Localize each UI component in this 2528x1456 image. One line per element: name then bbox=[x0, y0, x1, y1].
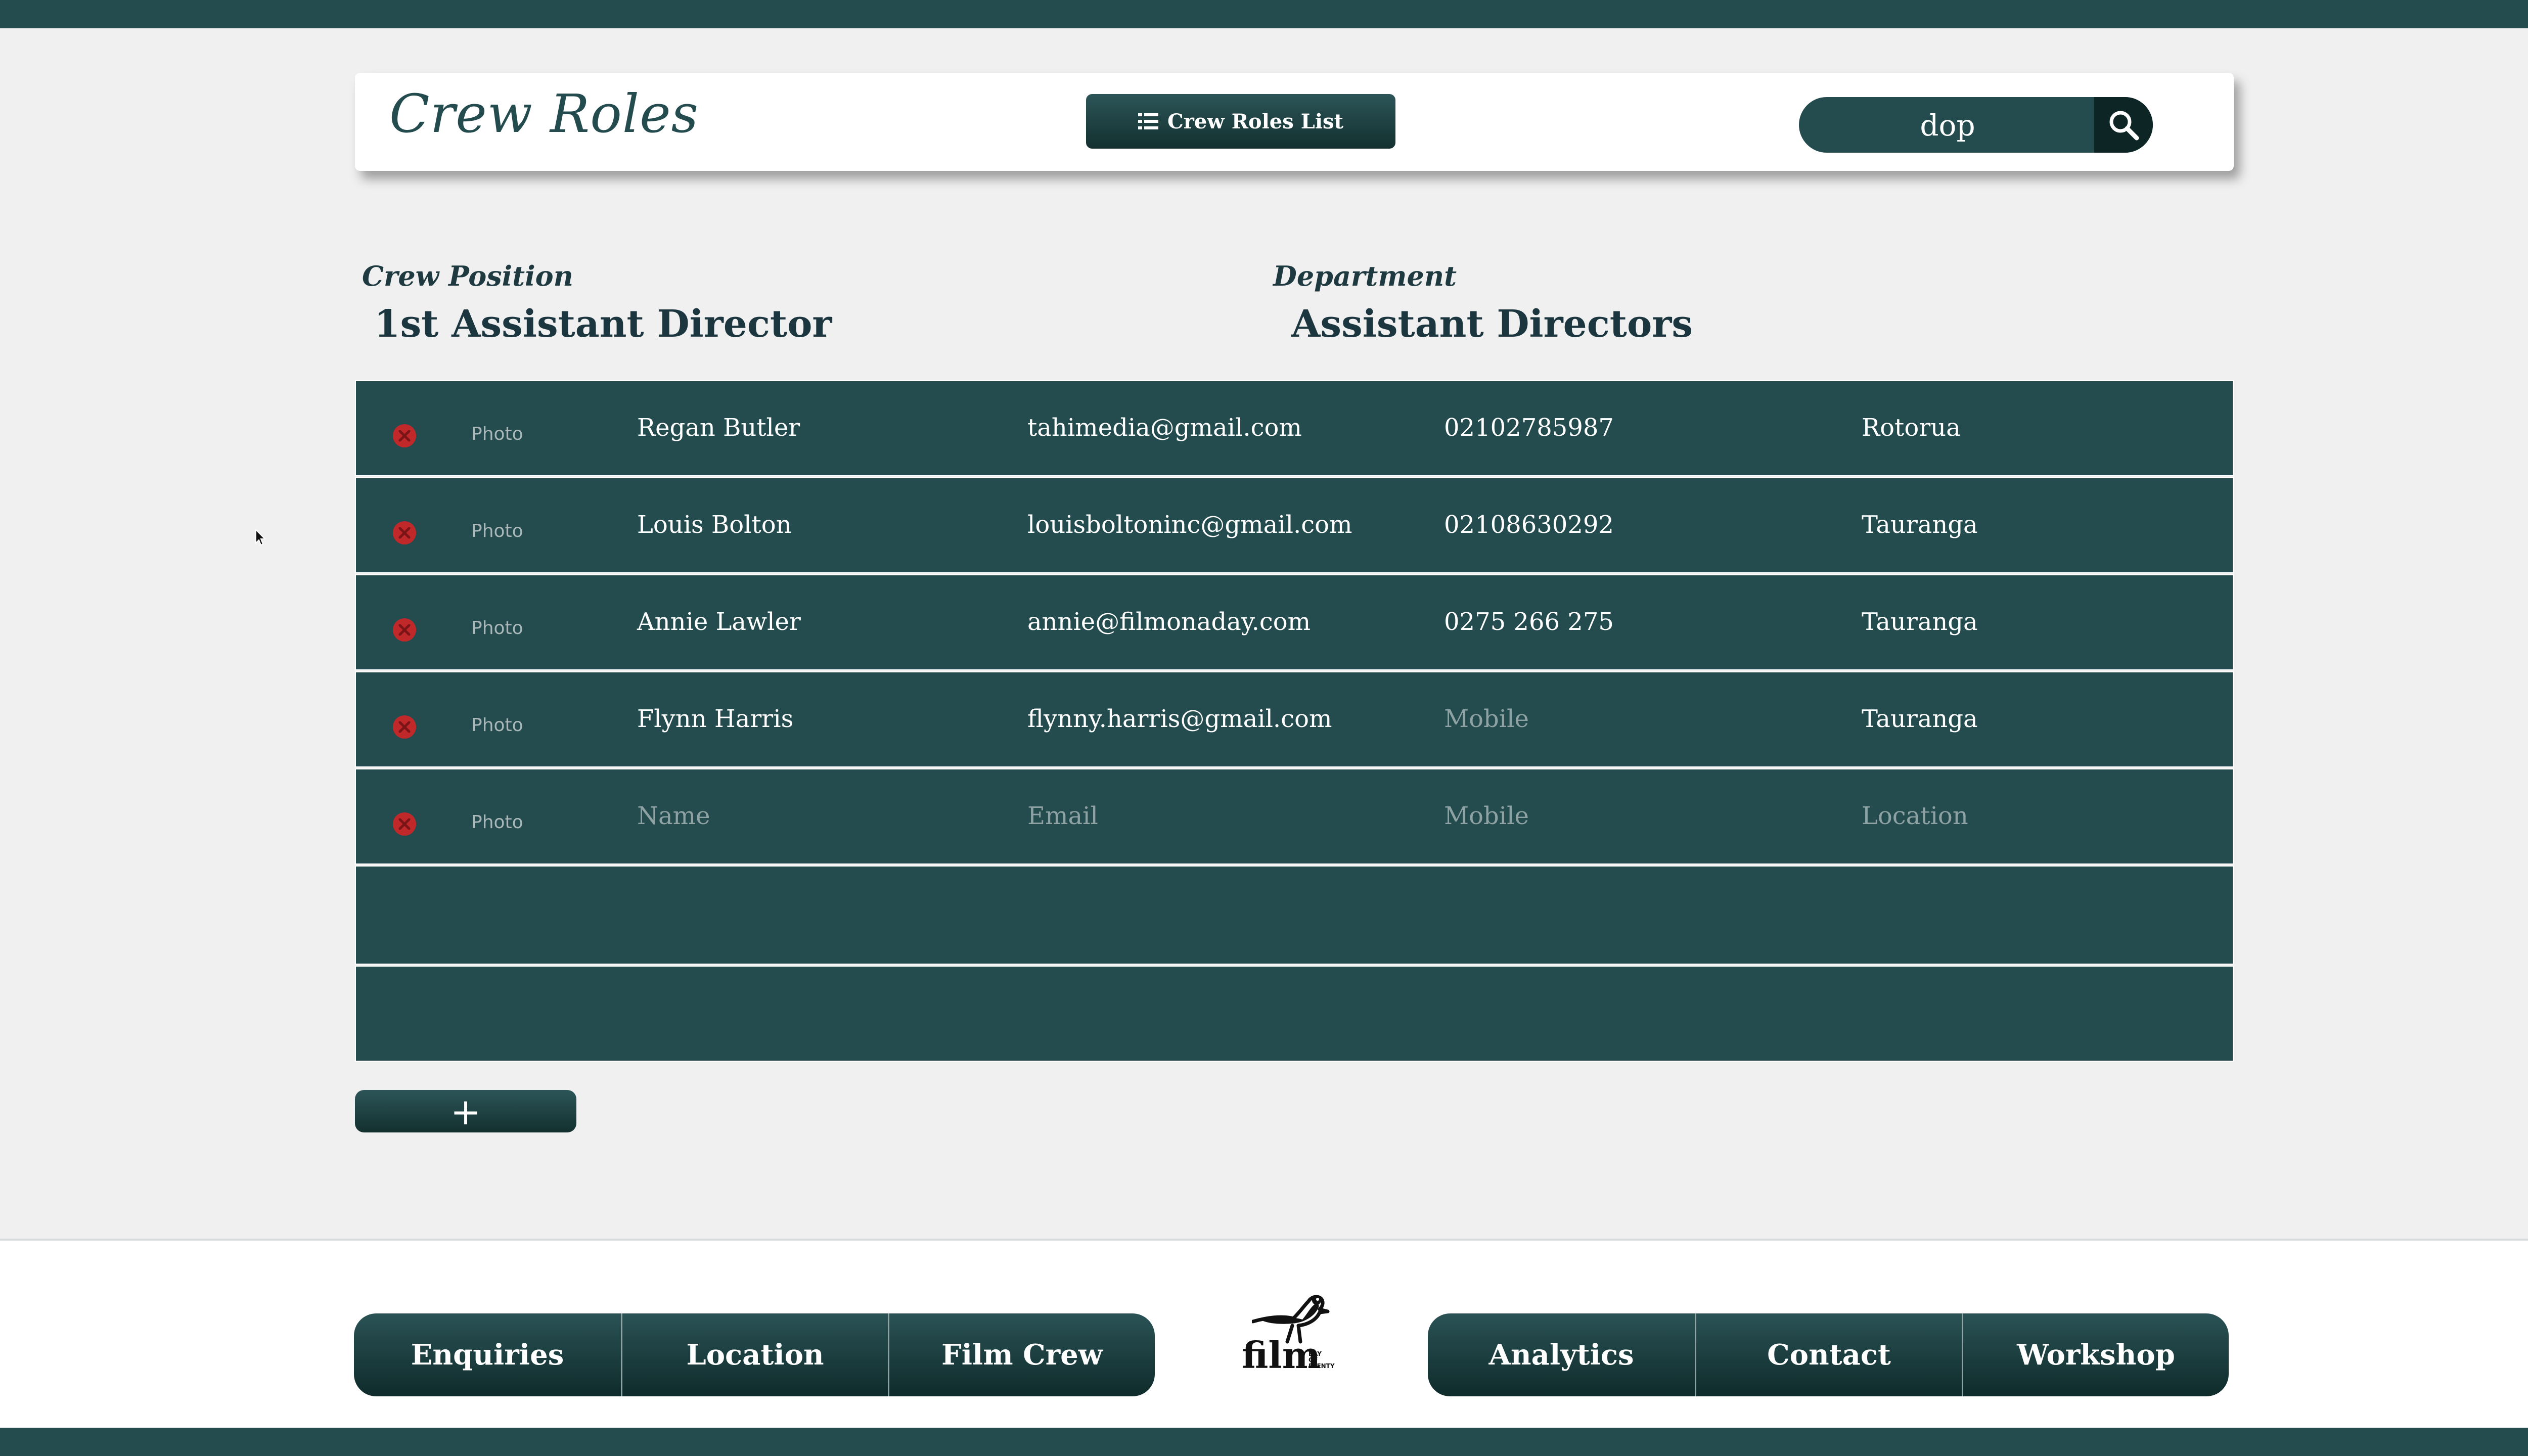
location-field[interactable]: Location bbox=[1862, 802, 1968, 830]
nav-enquiries[interactable]: Enquiries bbox=[354, 1313, 621, 1396]
department-value: Assistant Directors bbox=[1291, 302, 1693, 346]
film-logo[interactable]: film BAY OF PLENTY bbox=[1242, 1291, 1353, 1377]
page-title: Crew Roles bbox=[389, 83, 699, 145]
nav-workshop[interactable]: Workshop bbox=[1962, 1313, 2229, 1396]
mobile-field[interactable]: 0275 266 275 bbox=[1444, 608, 1614, 636]
delete-icon[interactable] bbox=[391, 811, 418, 837]
search-button[interactable] bbox=[2094, 97, 2153, 153]
add-row-button[interactable]: + bbox=[355, 1090, 576, 1133]
crew-table: Photo Regan Butler tahimedia@gmail.com 0… bbox=[355, 380, 2234, 1063]
photo-placeholder[interactable]: Photo bbox=[471, 424, 523, 444]
table-row: Photo Name Email Mobile Location bbox=[355, 768, 2234, 864]
nav-location[interactable]: Location bbox=[621, 1313, 888, 1396]
mouse-cursor-icon bbox=[255, 529, 266, 546]
name-field[interactable]: Flynn Harris bbox=[637, 705, 793, 733]
list-icon bbox=[1138, 112, 1158, 130]
crew-position-label: Crew Position bbox=[362, 260, 573, 292]
name-field[interactable]: Name bbox=[637, 802, 710, 830]
crew-roles-list-button[interactable]: Crew Roles List bbox=[1086, 94, 1395, 149]
crew-position-value: 1st Assistant Director bbox=[374, 302, 832, 346]
header-card: Crew Roles Crew Roles List bbox=[355, 73, 2234, 171]
delete-icon[interactable] bbox=[391, 423, 418, 449]
table-row: Photo Annie Lawler annie@filmonaday.com … bbox=[355, 574, 2234, 670]
photo-placeholder[interactable]: Photo bbox=[471, 715, 523, 736]
search-box bbox=[1799, 97, 2153, 153]
logo-region-text: BAY OF PLENTY bbox=[1308, 1350, 1335, 1370]
department-label: Department bbox=[1273, 260, 1457, 292]
mobile-field[interactable]: 02102785987 bbox=[1444, 414, 1614, 442]
location-field[interactable]: Rotorua bbox=[1862, 414, 1961, 442]
location-field[interactable]: Tauranga bbox=[1862, 705, 1978, 733]
nav-analytics[interactable]: Analytics bbox=[1428, 1313, 1695, 1396]
delete-icon[interactable] bbox=[391, 520, 418, 546]
photo-placeholder[interactable]: Photo bbox=[471, 521, 523, 541]
name-field[interactable]: Louis Bolton bbox=[637, 511, 792, 539]
email-field[interactable]: Email bbox=[1027, 802, 1098, 830]
mobile-field[interactable]: 02108630292 bbox=[1444, 511, 1614, 539]
email-field[interactable]: annie@filmonaday.com bbox=[1027, 608, 1311, 636]
email-field[interactable]: louisboltoninc@gmail.com bbox=[1027, 511, 1352, 539]
nav-contact[interactable]: Contact bbox=[1695, 1313, 1962, 1396]
mobile-field[interactable]: Mobile bbox=[1444, 802, 1529, 830]
search-icon bbox=[2109, 111, 2139, 141]
email-field[interactable]: tahimedia@gmail.com bbox=[1027, 414, 1302, 442]
table-row: Photo Flynn Harris flynny.harris@gmail.c… bbox=[355, 671, 2234, 767]
footer-nav-right: Analytics Contact Workshop bbox=[1428, 1313, 2229, 1396]
footer: Enquiries Location Film Crew film BAY OF… bbox=[0, 1239, 2528, 1430]
search-input[interactable] bbox=[1799, 97, 2096, 153]
top-bar bbox=[0, 0, 2528, 28]
location-field[interactable]: Tauranga bbox=[1862, 511, 1978, 539]
mobile-field[interactable]: Mobile bbox=[1444, 705, 1529, 733]
delete-icon[interactable] bbox=[391, 617, 418, 643]
footer-nav-left: Enquiries Location Film Crew bbox=[354, 1313, 1155, 1396]
name-field[interactable]: Annie Lawler bbox=[637, 608, 801, 636]
name-field[interactable]: Regan Butler bbox=[637, 414, 800, 442]
empty-row bbox=[355, 966, 2234, 1062]
crew-roles-list-label: Crew Roles List bbox=[1167, 109, 1344, 133]
bottom-bar bbox=[0, 1428, 2528, 1456]
location-field[interactable]: Tauranga bbox=[1862, 608, 1978, 636]
email-field[interactable]: flynny.harris@gmail.com bbox=[1027, 705, 1332, 733]
table-row: Photo Louis Bolton louisboltoninc@gmail.… bbox=[355, 477, 2234, 573]
nav-film-crew[interactable]: Film Crew bbox=[888, 1313, 1155, 1396]
empty-row bbox=[355, 866, 2234, 965]
photo-placeholder[interactable]: Photo bbox=[471, 618, 523, 639]
table-row: Photo Regan Butler tahimedia@gmail.com 0… bbox=[355, 380, 2234, 476]
photo-placeholder[interactable]: Photo bbox=[471, 812, 523, 833]
delete-icon[interactable] bbox=[391, 714, 418, 740]
